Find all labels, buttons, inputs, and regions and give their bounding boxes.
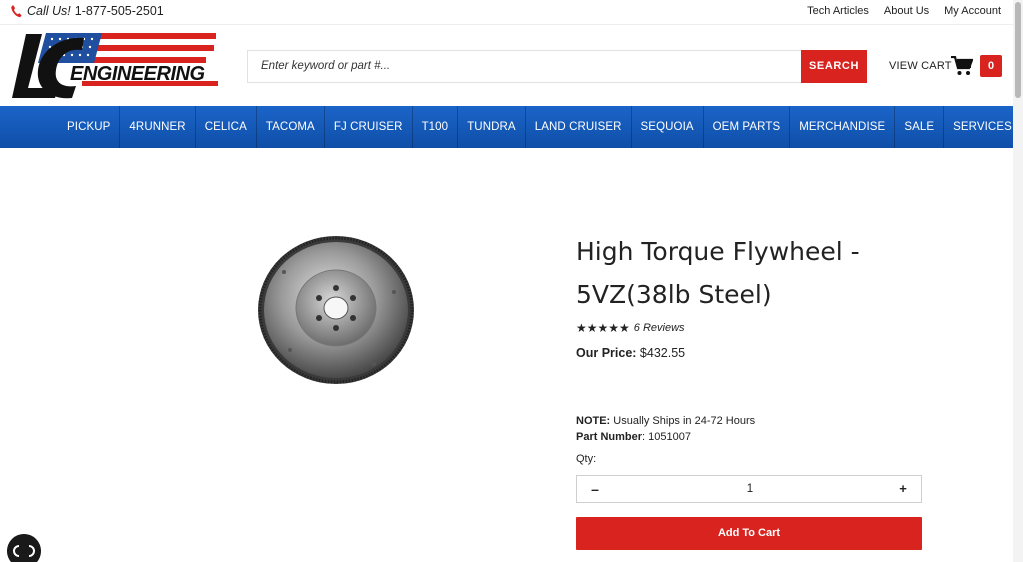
cart-icon[interactable] bbox=[951, 56, 973, 76]
link-tech-articles[interactable]: Tech Articles bbox=[807, 5, 869, 17]
page-scrollbar[interactable] bbox=[1013, 0, 1023, 562]
qty-increase-button[interactable]: + bbox=[893, 476, 913, 502]
add-to-cart-button[interactable]: Add To Cart bbox=[576, 517, 922, 550]
phone-number[interactable]: 1-877-505-2501 bbox=[75, 4, 164, 18]
nav-item-celica[interactable]: CELICA bbox=[196, 106, 257, 148]
header: ENGINEERING Enter keyword or part #... S… bbox=[0, 26, 1013, 106]
nav-item-oem-parts[interactable]: OEM PARTS bbox=[704, 106, 791, 148]
part-number-label: Part Number bbox=[576, 431, 643, 443]
nav-item-tundra[interactable]: TUNDRA bbox=[458, 106, 526, 148]
price-value: $432.55 bbox=[639, 346, 686, 360]
qty-input[interactable]: 1 bbox=[727, 476, 773, 502]
phone-icon bbox=[11, 5, 22, 18]
top-bar: Call Us! 1-877-505-2501 Tech Articles Ab… bbox=[0, 0, 1013, 25]
nav-item-sale[interactable]: SALE bbox=[895, 106, 945, 148]
call-us[interactable]: Call Us! 1-877-505-2501 bbox=[10, 4, 164, 18]
nav-item-t100[interactable]: T100 bbox=[413, 106, 459, 148]
product-title-line-2: 5VZ(38lb Steel) bbox=[576, 280, 772, 309]
quantity-stepper: – 1 + bbox=[576, 475, 922, 503]
nav-item-pickup[interactable]: PICKUP bbox=[58, 106, 121, 148]
product-title-line-1: High Torque Flywheel - bbox=[576, 237, 860, 266]
svg-text:ENGINEERING: ENGINEERING bbox=[70, 63, 205, 85]
product-title: High Torque Flywheel - 5VZ(38lb Steel) bbox=[576, 230, 956, 316]
star-rating-icon: ★★★★★ bbox=[576, 321, 630, 335]
qty-label: Qty: bbox=[576, 453, 597, 465]
cart-count-badge[interactable]: 0 bbox=[980, 55, 1002, 77]
nav-item-sequoia[interactable]: SEQUOIA bbox=[632, 106, 704, 148]
qty-decrease-button[interactable]: – bbox=[585, 476, 605, 502]
call-us-label: Call Us! bbox=[27, 4, 71, 18]
page: Call Us! 1-877-505-2501 Tech Articles Ab… bbox=[0, 0, 1023, 562]
view-cart-link[interactable]: VIEW CART bbox=[889, 60, 952, 72]
nav-item-merchandise[interactable]: MERCHANDISE bbox=[790, 106, 896, 148]
search-button[interactable]: SEARCH bbox=[801, 50, 867, 83]
note-text: Usually Ships in 24-72 Hours bbox=[613, 415, 756, 427]
product-image[interactable] bbox=[254, 232, 418, 388]
nav-item-4runner[interactable]: 4RUNNER bbox=[120, 106, 196, 148]
site-logo[interactable]: ENGINEERING bbox=[10, 30, 220, 102]
shipping-info: NOTE: Usually Ships in 24-72 Hours Part … bbox=[576, 415, 756, 443]
nav-item-tacoma[interactable]: TACOMA bbox=[257, 106, 325, 148]
nav-item-land-cruiser[interactable]: LAND CRUISER bbox=[526, 106, 632, 148]
search-input[interactable]: Enter keyword or part #... bbox=[247, 50, 801, 83]
nav-item-services[interactable]: SERVICES bbox=[944, 106, 1022, 148]
reviews-link[interactable]: 6 Reviews bbox=[634, 322, 685, 334]
nav-item-fj-cruiser[interactable]: FJ CRUISER bbox=[325, 106, 413, 148]
link-about-us[interactable]: About Us bbox=[884, 5, 929, 17]
scrollbar-thumb[interactable] bbox=[1015, 2, 1021, 98]
chat-icon[interactable] bbox=[7, 534, 41, 562]
link-my-account[interactable]: My Account bbox=[944, 5, 1001, 17]
product-price: Our Price: $432.55 bbox=[576, 346, 685, 360]
part-number-value: 1051007 bbox=[648, 431, 691, 443]
price-label: Our Price: bbox=[576, 346, 637, 360]
top-links: Tech Articles About Us My Account bbox=[807, 5, 1001, 17]
note-label: NOTE: bbox=[576, 415, 611, 427]
main-nav: PICKUP 4RUNNER CELICA TACOMA FJ CRUISER … bbox=[0, 106, 1022, 148]
product-rating[interactable]: ★★★★★ 6 Reviews bbox=[576, 321, 685, 335]
